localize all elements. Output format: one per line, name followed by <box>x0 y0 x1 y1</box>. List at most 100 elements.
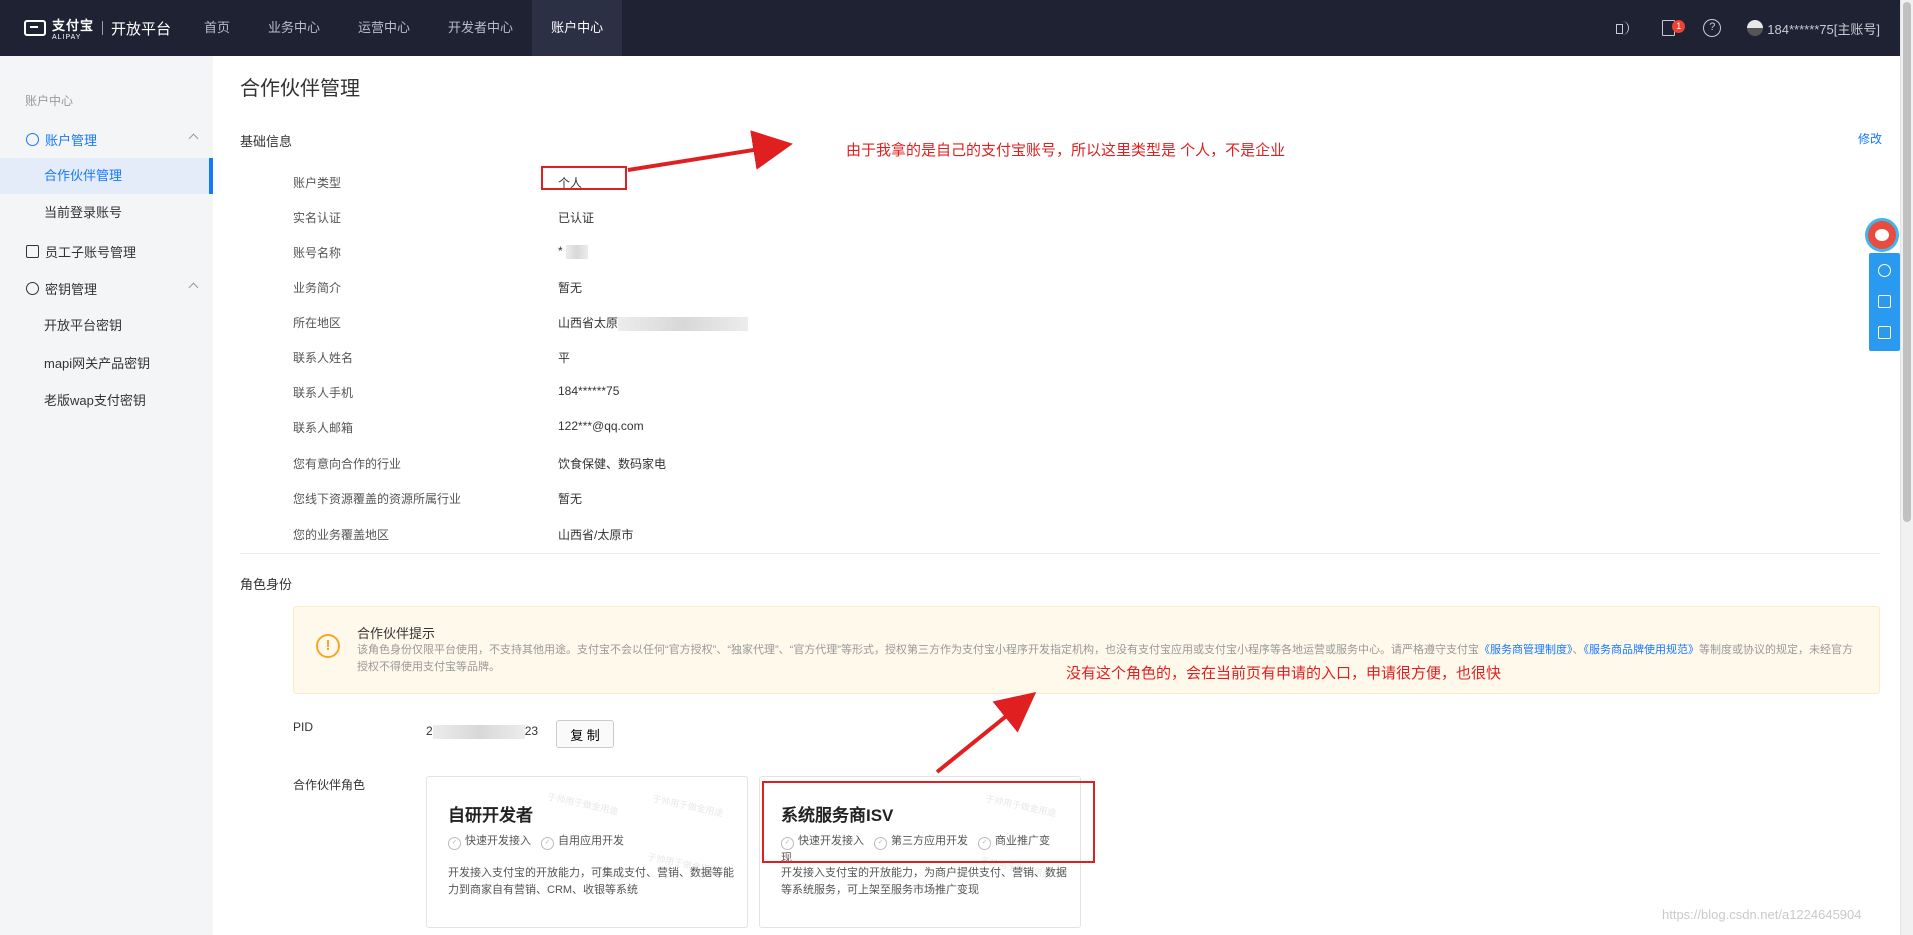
edit-link[interactable]: 修改 <box>1858 130 1882 147</box>
watermark-text: 于帅用于做金用途 <box>546 791 620 817</box>
sidebar-group-key[interactable]: 密钥管理 <box>0 270 213 306</box>
sidebar-item-mapi-key[interactable]: mapi网关产品密钥 <box>0 346 213 382</box>
watermark-text: 于帅用于做金用途 <box>651 793 725 819</box>
user-icon <box>26 132 39 146</box>
info-key: 实名认证 <box>293 211 342 225</box>
scrollbar-thumb[interactable] <box>1903 2 1911 522</box>
sidebar-item-open-key[interactable]: 开放平台密钥 <box>0 308 213 344</box>
alert-text: 该角色身份仅限平台使用，不支持其他用途。支付宝不会以任何“官方授权”、“独家代理… <box>357 644 1479 656</box>
info-row-account-name: 账号名称 * <box>293 244 1093 264</box>
customer-service-icon[interactable] <box>1878 264 1891 277</box>
sidebar-group-key-label: 密钥管理 <box>45 281 98 297</box>
chevron-up-icon <box>188 133 199 144</box>
nav-developer[interactable]: 开发者中心 <box>429 0 532 56</box>
alert-text: 、 <box>1572 644 1584 656</box>
nav-home[interactable]: 首页 <box>185 0 249 56</box>
nav-operations[interactable]: 运营中心 <box>339 0 429 56</box>
user-menu[interactable]: 184******75[主账号] <box>1747 19 1880 38</box>
floating-toolbar <box>1869 253 1900 351</box>
pid-suffix: 23 <box>524 724 539 738</box>
avatar <box>1747 20 1764 36</box>
logo-title: 开放平台 <box>111 20 172 38</box>
sidebar-item-partner[interactable]: 合作伙伴管理 <box>0 158 213 194</box>
info-row-contact-phone: 联系人手机 184******75 <box>293 384 1093 404</box>
role-section-title: 角色身份 <box>240 577 293 592</box>
info-value: * <box>558 244 589 259</box>
role-card-description: 开发接入支付宝的开放能力，为商户提供支付、营销、数据等系统服务，可上架至服务市场… <box>781 867 1067 896</box>
alert-title: 合作伙伴提示 <box>357 626 436 641</box>
info-value: 已认证 <box>558 211 595 225</box>
staff-icon <box>26 244 39 258</box>
sidebar-item-wap-key[interactable]: 老版wap支付密钥 <box>0 383 213 419</box>
annotation-box-isv-card <box>762 781 1095 863</box>
warning-icon: ! <box>316 634 340 658</box>
info-row-offline-industry: 您线下资源覆盖的资源所属行业 暂无 <box>293 490 1093 510</box>
info-value: 山西省太原 <box>558 314 749 331</box>
info-value: 饮食保健、数码家电 <box>558 457 667 471</box>
help-icon[interactable]: ? <box>1703 19 1722 37</box>
redacted-blur <box>566 244 589 259</box>
redacted-blur <box>618 316 749 331</box>
sidebar: 账户中心 账户管理 合作伙伴管理 当前登录账号 员工子账号管理 密钥管理 开放平… <box>0 56 213 935</box>
sidebar-item-login[interactable]: 当前登录账号 <box>0 195 213 231</box>
logo-sub: ALIPAY <box>52 34 82 41</box>
chevron-up-icon <box>188 282 199 293</box>
info-key: 联系人邮箱 <box>293 421 354 435</box>
annotation-box-account-type <box>541 166 627 190</box>
notification-icon[interactable]: 1 <box>1659 19 1686 37</box>
key-icon <box>26 281 39 295</box>
info-value: 122***@qq.com <box>558 419 644 433</box>
annotation-note-account-type: 由于我拿的是自己的支付宝账号，所以这里类型是 个人，不是企业 <box>846 142 1286 159</box>
role-card-tags: 快速开发接入自用应用开发 <box>448 833 738 850</box>
info-value: 暂无 <box>558 492 583 506</box>
redacted-blur <box>432 724 525 739</box>
logo-divider <box>102 21 104 35</box>
sidebar-group-account[interactable]: 账户管理 <box>0 121 213 157</box>
nav-account[interactable]: 账户中心 <box>532 0 623 56</box>
info-row-business-region: 您的业务覆盖地区 山西省/太原市 <box>293 526 1093 546</box>
info-key: 您的业务覆盖地区 <box>293 528 390 542</box>
blog-url-watermark: https://blog.csdn.net/a1224645904 <box>1662 907 1862 922</box>
info-key: 您线下资源覆盖的资源所属行业 <box>293 492 462 506</box>
section-divider <box>240 553 1880 554</box>
sidebar-title: 账户中心 <box>25 94 74 108</box>
main-nav: 首页 业务中心 运营中心 开发者中心 账户中心 <box>185 0 623 56</box>
logo-brand-block: 支付宝 ALIPAY <box>52 15 94 41</box>
info-row-contact-email: 联系人邮箱 122***@qq.com <box>293 419 1093 439</box>
info-key: 联系人手机 <box>293 386 354 400</box>
user-account: 184******75[主账号] <box>1767 21 1880 37</box>
top-right-tools: 1 ? 184******75[主账号] <box>1615 0 1880 56</box>
page-scrollbar[interactable] <box>1900 0 1913 935</box>
role-tag: 自用应用开发 <box>541 835 624 847</box>
info-key: 您有意向合作的行业 <box>293 457 402 471</box>
info-value: 暂无 <box>558 281 583 295</box>
feedback-icon[interactable] <box>1878 326 1891 339</box>
info-value-text: 山西省太原 <box>558 316 619 330</box>
info-row-account-type: 账户类型 个人 <box>293 174 1093 194</box>
alipay-logo[interactable]: 支付宝 ALIPAY 开放平台 <box>24 0 171 56</box>
info-row-contact-name: 联系人姓名 平 <box>293 349 1093 369</box>
annotation-note-apply: 没有这个角色的，会在当前页有申请的入口，申请很方便，也很快 <box>1066 665 1502 682</box>
sidebar-group-staff-label: 员工子账号管理 <box>45 244 137 260</box>
info-row-intended-industry: 您有意向合作的行业 饮食保健、数码家电 <box>293 455 1093 475</box>
basic-info-title: 基础信息 <box>240 134 293 149</box>
service-provider-policy-link[interactable]: 《服务商管理制度》 <box>1479 644 1573 656</box>
info-row-verification: 实名认证 已认证 <box>293 209 1093 229</box>
info-value: 山西省/太原市 <box>558 528 634 542</box>
info-key: 账户类型 <box>293 176 342 190</box>
logo-brand: 支付宝 <box>52 18 95 33</box>
brand-usage-policy-link[interactable]: 《服务商品牌使用规范》 <box>1583 644 1699 656</box>
sidebar-group-staff[interactable]: 员工子账号管理 <box>0 233 213 269</box>
question-icon[interactable] <box>1878 295 1891 308</box>
info-key: 联系人姓名 <box>293 351 354 365</box>
nav-business[interactable]: 业务中心 <box>249 0 339 56</box>
role-card-self-developer[interactable]: 于帅用于做金用途 于帅用于做金用途 于帅用于做金用途 自研开发者 快速开发接入自… <box>426 776 748 928</box>
role-tag: 快速开发接入 <box>448 835 531 847</box>
copy-pid-button[interactable]: 复 制 <box>556 720 614 748</box>
page-title: 合作伙伴管理 <box>240 78 360 100</box>
speaker-icon[interactable] <box>1615 19 1633 37</box>
info-key: 业务简介 <box>293 281 342 295</box>
alipay-logo-icon <box>24 20 46 36</box>
assistant-robot-icon[interactable] <box>1865 218 1899 252</box>
notification-badge: 1 <box>1672 20 1686 33</box>
